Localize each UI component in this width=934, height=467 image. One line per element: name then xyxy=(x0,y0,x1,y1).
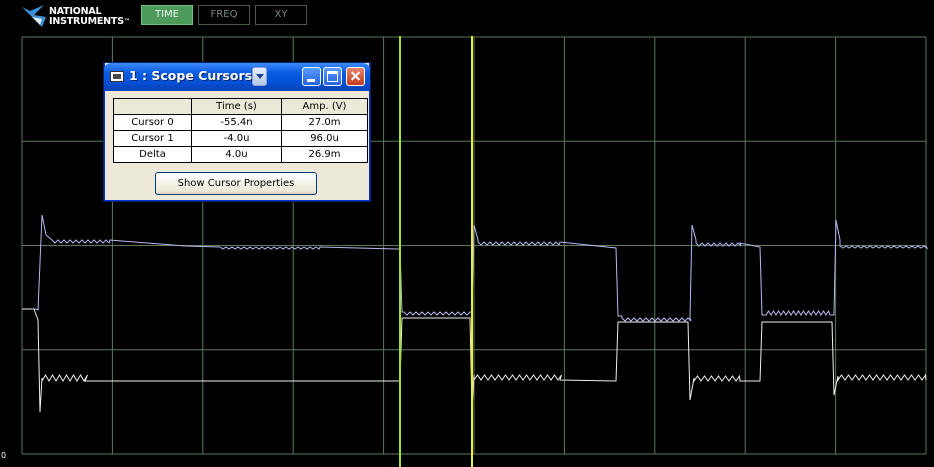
row-time: -55.4n xyxy=(191,114,282,131)
tab-time[interactable]: TIME xyxy=(141,5,193,25)
table-row: Delta 4.0u 26.9m xyxy=(113,146,368,163)
row-amp: 27.0m xyxy=(281,114,368,131)
brand-text: NATIONAL INSTRUMENTS™ xyxy=(49,7,130,27)
column-header-time: Time (s) xyxy=(191,98,282,115)
zero-marker: 0 xyxy=(1,451,7,460)
row-label: Delta xyxy=(113,146,192,163)
ni-logo: NATIONAL INSTRUMENTS™ xyxy=(20,3,135,31)
brand-line-2: INSTRUMENTS xyxy=(49,16,124,27)
show-cursor-properties-button[interactable]: Show Cursor Properties xyxy=(155,172,317,195)
scope-cursors-window[interactable]: 1 : Scope Cursors Time (s) Amp. (V) Curs… xyxy=(104,63,370,201)
table-row: Cursor 1 -4.0u 96.0u xyxy=(113,130,368,147)
row-amp: 96.0u xyxy=(281,130,368,147)
ni-eagle-icon xyxy=(22,5,46,27)
window-icon xyxy=(110,71,124,82)
close-button[interactable] xyxy=(346,67,365,86)
tab-xy[interactable]: XY xyxy=(255,5,307,25)
tab-freq[interactable]: FREQ xyxy=(198,5,250,25)
table-row: Cursor 0 -55.4n 27.0m xyxy=(113,114,368,131)
brand-trademark: ™ xyxy=(123,18,130,25)
table-header-row: Time (s) Amp. (V) xyxy=(113,98,368,115)
row-time: 4.0u xyxy=(191,146,282,163)
cursor-table: Time (s) Amp. (V) Cursor 0 -55.4n 27.0m … xyxy=(113,98,368,163)
dropdown-button[interactable] xyxy=(252,67,267,86)
column-header-label xyxy=(113,98,192,115)
row-label: Cursor 0 xyxy=(113,114,192,131)
header: NATIONAL INSTRUMENTS™ TIME FREQ XY xyxy=(0,0,934,36)
window-title: 1 : Scope Cursors xyxy=(129,68,253,83)
row-label: Cursor 1 xyxy=(113,130,192,147)
column-header-amp: Amp. (V) xyxy=(281,98,368,115)
window-titlebar[interactable]: 1 : Scope Cursors xyxy=(104,63,370,91)
minimize-button[interactable] xyxy=(302,67,321,86)
row-amp: 26.9m xyxy=(281,146,368,163)
row-time: -4.0u xyxy=(191,130,282,147)
maximize-button[interactable] xyxy=(323,67,342,86)
